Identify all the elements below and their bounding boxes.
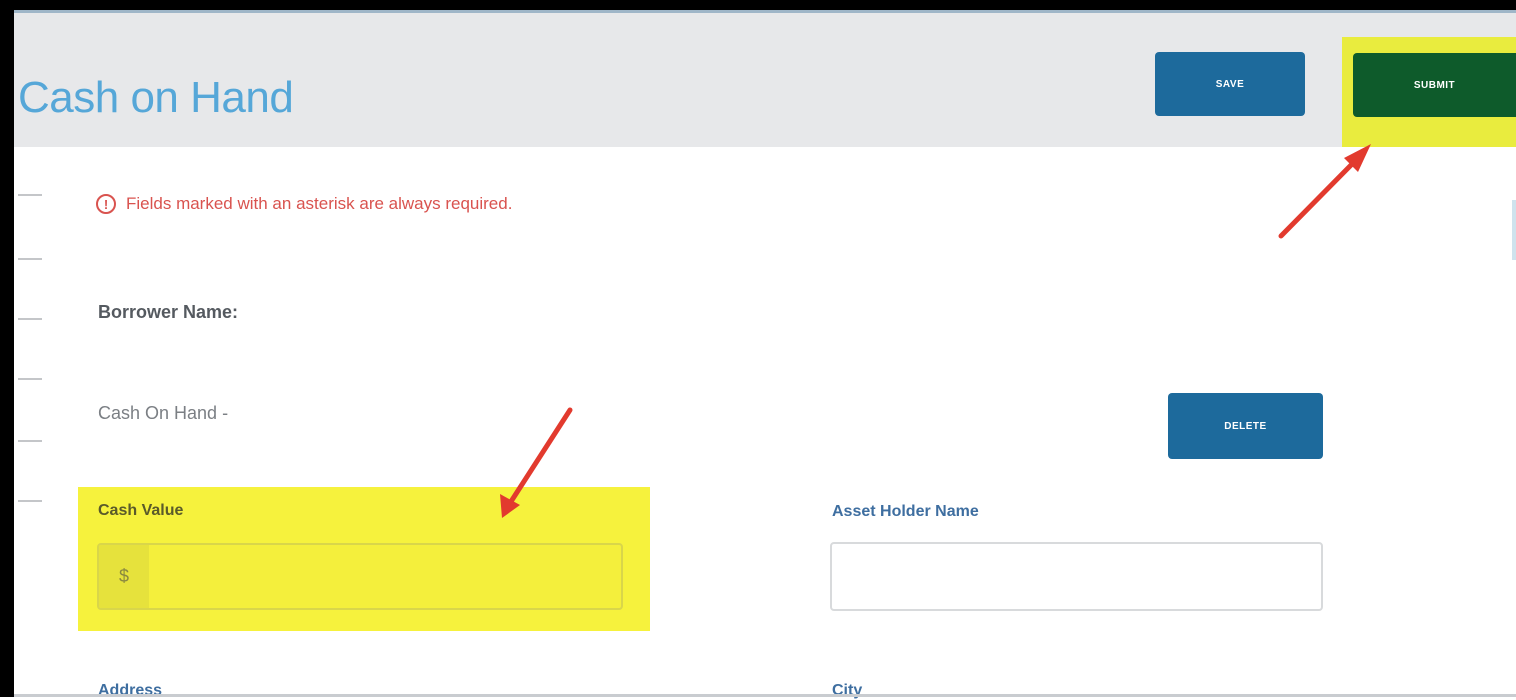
required-fields-text: Fields marked with an asterisk are alway…: [126, 194, 513, 213]
side-nav-marker: [18, 500, 42, 502]
asset-holder-name-input[interactable]: [830, 542, 1323, 611]
screenshot-frame-left: [0, 0, 14, 697]
info-icon: !: [96, 194, 116, 214]
side-nav-marker: [18, 194, 42, 196]
section-title: Cash On Hand -: [98, 403, 229, 423]
side-nav-marker: [18, 378, 42, 380]
side-nav-marker: [18, 440, 42, 442]
city-label: City: [832, 682, 863, 699]
asset-holder-name-label: Asset Holder Name: [832, 503, 979, 520]
page-title: Cash on Hand: [18, 73, 294, 122]
borrower-name-label: Borrower Name:: [98, 302, 239, 322]
save-button[interactable]: SAVE: [1155, 52, 1305, 116]
address-label: Address: [98, 682, 163, 699]
edge-tab[interactable]: [1512, 200, 1516, 260]
cash-value-field: $: [97, 543, 623, 610]
submit-button[interactable]: SUBMIT: [1353, 53, 1516, 117]
screenshot-frame-top: [0, 0, 1516, 10]
required-fields-notice: ! Fields marked with an asterisk are alw…: [96, 194, 512, 214]
submit-arrow-icon: [1278, 144, 1371, 239]
cash-value-label: Cash Value: [98, 502, 184, 519]
delete-button[interactable]: DELETE: [1168, 393, 1323, 459]
side-nav-marker: [18, 318, 42, 320]
currency-symbol: $: [99, 545, 149, 608]
side-nav-marker: [18, 258, 42, 260]
cash-value-input[interactable]: [149, 545, 621, 608]
